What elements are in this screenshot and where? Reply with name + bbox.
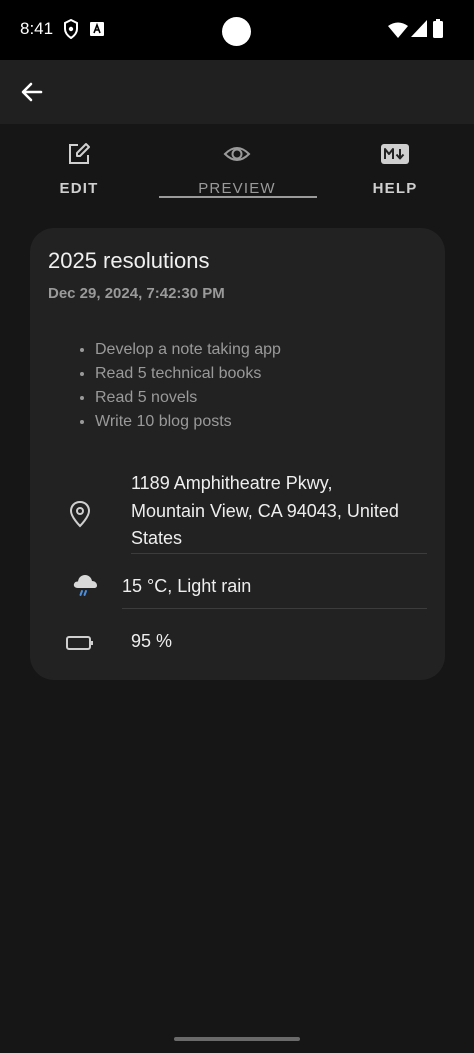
battery-icon (66, 634, 94, 657)
shield-icon (63, 18, 79, 44)
list-item: Develop a note taking app (95, 338, 281, 362)
location-pin-icon (67, 500, 93, 533)
app-bar (0, 60, 474, 124)
a-box-icon (90, 22, 104, 41)
list-item: Write 10 blog posts (95, 410, 281, 434)
note-date: Dec 29, 2024, 7:42:30 PM (48, 285, 225, 302)
divider (131, 553, 427, 554)
status-time: 8:41 (20, 19, 54, 38)
wifi-icon (388, 22, 408, 43)
back-button[interactable] (14, 74, 50, 110)
location-line-3: States (131, 528, 183, 548)
list-item: Read 5 novels (95, 386, 281, 410)
home-indicator[interactable] (174, 1037, 300, 1041)
location-line-2: Mountain View, CA 94043, United (131, 500, 399, 521)
tab-indicator (159, 196, 317, 198)
front-camera (222, 17, 251, 46)
resolution-list: Develop a note taking app Read 5 technic… (80, 338, 281, 434)
note-card: 2025 resolutions Dec 29, 2024, 7:42:30 P… (30, 228, 445, 680)
tab-edit[interactable]: EDIT (0, 124, 158, 204)
battery-icon (433, 19, 443, 43)
battery-text: 95 % (131, 631, 173, 651)
rain-cloud-icon (71, 571, 99, 604)
note-title: 2025 resolutions (48, 248, 210, 273)
edit-square-icon (69, 143, 90, 164)
weather-text: 15 °C, Light rain (122, 576, 252, 596)
tab-edit-label: EDIT (59, 180, 99, 197)
tab-preview-label: PREVIEW (198, 180, 276, 197)
tab-help-label: HELP (372, 180, 418, 197)
arrow-left-icon (21, 82, 43, 102)
location-address: 1189 Amphitheatre Pkwy, Mountain View, C… (131, 470, 431, 553)
divider (122, 608, 427, 609)
eye-icon (223, 147, 251, 161)
list-item: Read 5 technical books (95, 362, 281, 386)
markdown-icon (381, 144, 409, 164)
signal-icon (411, 20, 427, 42)
tab-preview[interactable]: PREVIEW (158, 124, 316, 204)
status-bar: 8:41 (0, 0, 474, 60)
tab-help[interactable]: HELP (316, 124, 474, 204)
tab-bar: EDIT PREVIEW HELP (0, 124, 474, 204)
location-line-1: 1189 Amphitheatre Pkwy, (131, 473, 333, 493)
